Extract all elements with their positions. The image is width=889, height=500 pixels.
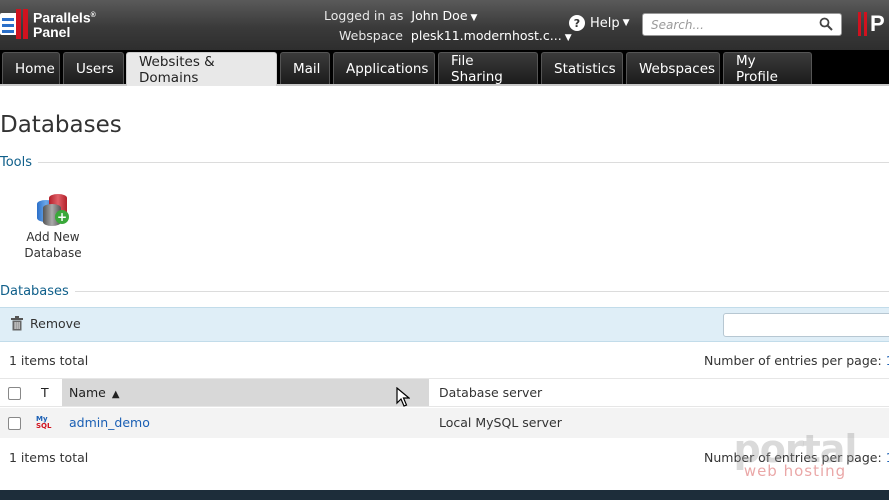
per-page-label: Number of entries per page: xyxy=(704,353,882,368)
logged-in-label: Logged in as xyxy=(324,8,404,23)
tab-label: My Profile xyxy=(736,52,778,85)
remove-label: Remove xyxy=(30,316,81,331)
database-name-link[interactable]: admin_demo xyxy=(69,415,150,430)
search-input[interactable] xyxy=(651,14,821,36)
search-icon[interactable] xyxy=(819,17,833,31)
table-row: My SQL admin_demo Local MySQL server xyxy=(0,408,889,438)
chevron-down-icon: ▼ xyxy=(622,18,630,28)
column-header-database-server[interactable]: Database server xyxy=(439,385,542,400)
mysql-icon-sql: SQL xyxy=(36,422,52,430)
help-icon: ? xyxy=(569,15,585,31)
tab-users[interactable]: Users xyxy=(63,52,124,84)
footer-bar xyxy=(0,490,889,500)
tab-home[interactable]: Home xyxy=(2,52,60,84)
databases-heading-label: Databases xyxy=(0,284,69,299)
parallels-brand-mark: P xyxy=(858,10,885,38)
tab-label: Home xyxy=(15,60,55,77)
tab-applications[interactable]: Applications xyxy=(333,52,435,84)
webspace-label: Webspace xyxy=(339,28,403,43)
databases-section-heading: Databases xyxy=(0,284,889,299)
items-total-bottom: 1 items total xyxy=(9,450,89,465)
column-header-type[interactable]: T xyxy=(41,385,49,400)
tab-label: Applications xyxy=(346,60,429,77)
tab-mail[interactable]: Mail xyxy=(280,52,330,84)
remove-button[interactable]: Remove xyxy=(10,316,81,331)
tab-file-sharing[interactable]: File Sharing xyxy=(438,52,538,85)
watermark-line2: web hosting xyxy=(743,462,847,480)
user-name: John Doe xyxy=(411,8,468,23)
parallels-panel-logo[interactable]: Parallels® Panel xyxy=(0,7,96,41)
search-box xyxy=(642,13,842,36)
add-database-label-line2: Database xyxy=(24,246,82,260)
list-toolbar: Remove xyxy=(0,307,889,342)
add-database-icon: + xyxy=(35,192,71,226)
tab-label: File Sharing xyxy=(451,52,503,85)
tab-label: Mail xyxy=(293,60,321,77)
per-page-label: Number of entries per page: xyxy=(704,450,882,465)
main-nav: Home Users Websites & Domains Mail Appli… xyxy=(0,50,889,86)
tab-statistics[interactable]: Statistics xyxy=(541,52,623,84)
user-menu[interactable]: John Doe ▼ xyxy=(411,8,477,23)
row-checkbox[interactable] xyxy=(8,417,21,430)
mysql-icon: My SQL xyxy=(36,416,54,432)
column-header-name[interactable]: Name ▲ xyxy=(62,379,429,406)
entries-per-page-top: Number of entries per page:10 xyxy=(704,353,889,368)
tab-label: Websites & Domains xyxy=(139,53,215,86)
tab-label: Webspaces xyxy=(639,60,716,77)
tab-webspaces[interactable]: Webspaces xyxy=(626,52,720,84)
logo-line2: Panel xyxy=(33,23,71,40)
column-name-label: Name xyxy=(69,385,106,400)
parallels-logo-icon xyxy=(0,9,30,39)
top-bar: Parallels® Panel Logged in as John Doe ▼ … xyxy=(0,0,889,50)
entries-per-page-bottom: Number of entries per page:10 xyxy=(704,450,889,465)
tools-heading-label: Tools xyxy=(0,155,33,170)
webspace-value: plesk11.modernhost.c... xyxy=(410,28,562,43)
webspace-selector[interactable]: plesk11.modernhost.c... ▼ xyxy=(411,28,572,43)
table-header: T Name ▲ Database server xyxy=(0,378,889,407)
tab-websites-domains[interactable]: Websites & Domains xyxy=(126,52,277,86)
divider xyxy=(38,162,889,163)
help-menu[interactable]: ? Help ▼ xyxy=(569,15,630,31)
select-all-checkbox[interactable] xyxy=(8,387,21,400)
add-new-database-button[interactable]: + Add New Database xyxy=(22,192,84,261)
items-total-top: 1 items total xyxy=(9,353,89,368)
brand-mark-letter: P xyxy=(870,11,885,36)
tab-label: Users xyxy=(76,60,114,77)
tab-label: Statistics xyxy=(554,60,616,77)
chevron-down-icon: ▼ xyxy=(564,33,572,43)
logo-text: Parallels® Panel xyxy=(33,9,96,40)
sort-ascending-icon: ▲ xyxy=(111,389,120,400)
add-database-label-line1: Add New xyxy=(26,230,80,244)
tab-my-profile[interactable]: My Profile xyxy=(723,52,812,85)
help-label: Help xyxy=(590,15,620,31)
tools-section-heading: Tools xyxy=(0,155,889,170)
database-server-cell: Local MySQL server xyxy=(439,415,562,430)
divider xyxy=(74,291,889,292)
page-title: Databases xyxy=(0,112,122,138)
mouse-cursor-icon xyxy=(396,387,410,407)
filter-input[interactable] xyxy=(723,313,889,337)
login-info: Logged in as John Doe ▼ Webspace plesk11.… xyxy=(324,7,572,47)
trash-icon xyxy=(11,316,23,331)
chevron-down-icon: ▼ xyxy=(470,13,478,23)
